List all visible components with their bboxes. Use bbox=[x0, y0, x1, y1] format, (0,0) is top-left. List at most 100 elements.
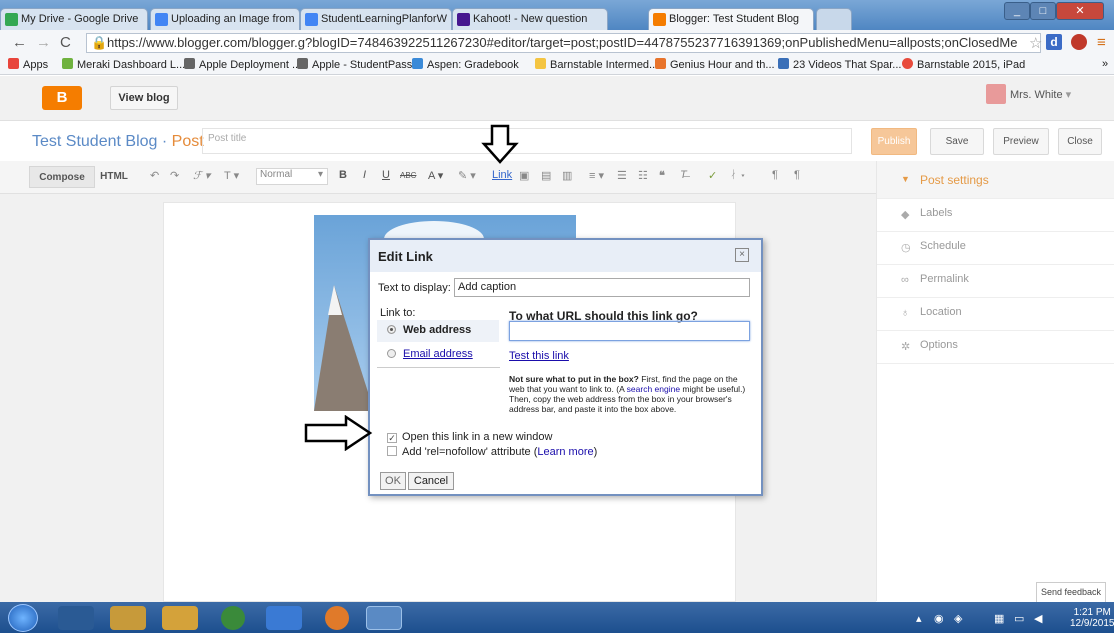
user-menu[interactable]: Mrs. White ▾ bbox=[1010, 88, 1071, 101]
test-link[interactable]: Test this link bbox=[509, 350, 569, 362]
link-button[interactable]: Link bbox=[492, 169, 512, 181]
strikethrough-icon[interactable]: ABC bbox=[400, 171, 416, 180]
sidebar-item-permalink[interactable]: ∞ Permalink bbox=[877, 265, 1114, 298]
start-button[interactable] bbox=[8, 604, 38, 632]
extension-d-icon[interactable]: d bbox=[1046, 34, 1062, 50]
menu-icon[interactable]: ≡ bbox=[1097, 34, 1106, 51]
bold-icon[interactable]: B bbox=[339, 169, 347, 181]
left-to-right-icon[interactable]: ¶ bbox=[772, 169, 778, 181]
open-new-window-checkbox[interactable]: ✓ Open this link in a new window bbox=[387, 431, 552, 443]
blogger-logo[interactable]: B bbox=[42, 86, 82, 110]
chrome-icon[interactable] bbox=[221, 606, 245, 630]
forward-icon[interactable]: → bbox=[36, 34, 51, 51]
url-input[interactable] bbox=[509, 321, 750, 341]
tray-chrome-icon[interactable]: ◉ bbox=[934, 612, 944, 625]
bullet-list-icon[interactable]: ☷ bbox=[638, 169, 648, 182]
close-button[interactable]: Close bbox=[1058, 128, 1102, 155]
preview-button[interactable]: Preview bbox=[993, 128, 1049, 155]
tab-google-drive[interactable]: My Drive - Google Drive bbox=[0, 8, 148, 30]
minimize-button[interactable]: _ bbox=[1004, 2, 1030, 20]
quote-icon[interactable]: ❝ bbox=[659, 169, 665, 182]
learn-more-link[interactable]: Learn more bbox=[537, 446, 593, 458]
publish-button[interactable]: Publish bbox=[871, 128, 917, 155]
tray-shield-icon[interactable]: ◈ bbox=[954, 612, 962, 625]
volume-icon[interactable]: ◀ bbox=[1034, 612, 1042, 625]
html-mode-button[interactable]: HTML bbox=[96, 166, 132, 188]
tab-kahoot[interactable]: Kahoot! - New question bbox=[452, 8, 608, 30]
sidebar-item-label: Labels bbox=[920, 207, 953, 219]
sidebar-item-options[interactable]: ✲ Options bbox=[877, 331, 1114, 364]
nofollow-checkbox[interactable]: Add 'rel=nofollow' attribute (Learn more… bbox=[387, 446, 597, 458]
window-close-button[interactable]: ✕ bbox=[1056, 2, 1104, 20]
maximize-button[interactable]: □ bbox=[1030, 2, 1056, 20]
star-icon[interactable]: ☆ bbox=[1029, 34, 1042, 52]
tab-student-learning-plan[interactable]: StudentLearningPlanforW bbox=[300, 8, 452, 30]
view-blog-button[interactable]: View blog bbox=[110, 86, 178, 110]
tab-blogger[interactable]: Blogger: Test Student Blog bbox=[648, 8, 814, 31]
file-explorer-icon[interactable] bbox=[110, 606, 146, 630]
format-select[interactable]: Normal ▾ bbox=[256, 168, 328, 185]
system-clock[interactable]: 1:21 PM 12/9/2015 bbox=[1070, 607, 1114, 629]
bookmark-genius-hour[interactable]: Genius Hour and th... bbox=[655, 58, 775, 71]
search-engine-link[interactable]: search engine bbox=[627, 384, 680, 394]
font-size-icon[interactable]: T ▾ bbox=[224, 169, 239, 182]
underline-icon[interactable]: U bbox=[382, 169, 390, 181]
sidebar-item-location[interactable]: ♁ Location bbox=[877, 298, 1114, 331]
save-button[interactable]: Save bbox=[930, 128, 984, 155]
post-settings-header[interactable]: ▼ Post settings bbox=[877, 161, 1114, 199]
text-to-display-input[interactable]: Add caption bbox=[454, 278, 750, 297]
bookmarks-overflow[interactable]: » bbox=[1102, 58, 1108, 70]
insert-image-icon[interactable]: ▣ bbox=[519, 169, 529, 182]
text-color-icon[interactable]: A ▾ bbox=[428, 169, 443, 182]
spellcheck-icon[interactable]: ✓ bbox=[708, 169, 717, 182]
remove-formatting-icon[interactable]: T̶ bbox=[680, 169, 687, 181]
highlight-color-icon[interactable]: ✎ ▾ bbox=[458, 169, 476, 182]
undo-icon[interactable]: ↶ bbox=[150, 169, 159, 182]
post-title-input[interactable]: Post title bbox=[202, 128, 852, 154]
tray-display-icon[interactable]: ▭ bbox=[1014, 612, 1024, 625]
close-icon[interactable]: × bbox=[735, 248, 749, 262]
bookmark-apple-studentpass[interactable]: Apple - StudentPass... bbox=[297, 58, 421, 71]
media-player-icon[interactable] bbox=[58, 606, 94, 630]
tray-network-icon[interactable]: ▦ bbox=[994, 612, 1004, 625]
tray-expand-icon[interactable]: ▴ bbox=[916, 612, 922, 625]
bookmark-aspen[interactable]: Aspen: Gradebook bbox=[412, 58, 519, 71]
avatar[interactable] bbox=[986, 84, 1006, 104]
bookmark-apple-deployment[interactable]: Apple Deployment ... bbox=[184, 58, 301, 71]
insert-video-icon[interactable]: ▤ bbox=[541, 169, 551, 182]
post-settings-sidebar: ▼ Post settings ◆ Labels ◷ Schedule ∞ Perma… bbox=[876, 161, 1114, 601]
new-tab-button[interactable] bbox=[816, 8, 852, 30]
cancel-button[interactable]: Cancel bbox=[408, 472, 454, 490]
url-bar[interactable]: 🔒 https://www.blogger.com/blogger.g?blog… bbox=[86, 33, 1041, 53]
bookmark-23-videos[interactable]: 23 Videos That Spar... bbox=[778, 58, 901, 71]
italic-icon[interactable]: I bbox=[363, 169, 366, 181]
input-tools-icon[interactable]: ᛅ ▾ bbox=[730, 169, 746, 181]
redo-icon[interactable]: ↷ bbox=[170, 169, 179, 182]
numbered-list-icon[interactable]: ☰ bbox=[617, 169, 627, 182]
alignment-icon[interactable]: ≡ ▾ bbox=[589, 169, 604, 182]
bookmark-apps[interactable]: Apps bbox=[8, 58, 48, 71]
insert-jump-break-icon[interactable]: ▥ bbox=[562, 169, 572, 182]
tab-uploading-image[interactable]: Uploading an Image from bbox=[150, 8, 300, 30]
compose-mode-button[interactable]: Compose bbox=[29, 166, 95, 188]
send-feedback-button[interactable]: Send feedback bbox=[1036, 582, 1106, 603]
taskbar bbox=[0, 602, 1114, 633]
bookmark-barnstable-ipad[interactable]: Barnstable 2015, iPad bbox=[902, 58, 1025, 71]
internet-explorer-icon[interactable] bbox=[266, 606, 302, 630]
email-address-option[interactable]: Email address bbox=[377, 344, 499, 366]
active-app-icon[interactable] bbox=[366, 606, 402, 630]
back-icon[interactable]: ← bbox=[12, 34, 27, 51]
bookmark-barnstable-intermed[interactable]: Barnstable Intermed... bbox=[535, 58, 658, 71]
font-family-icon[interactable]: ℱ ▾ bbox=[193, 169, 210, 182]
ok-button[interactable]: OK bbox=[380, 472, 406, 490]
firefox-icon[interactable] bbox=[325, 606, 349, 630]
pin-icon: ♁ bbox=[901, 307, 910, 319]
extension-q-icon[interactable] bbox=[1071, 34, 1087, 50]
bookmark-meraki[interactable]: Meraki Dashboard L... bbox=[62, 58, 185, 71]
sidebar-item-labels[interactable]: ◆ Labels bbox=[877, 199, 1114, 232]
right-to-left-icon[interactable]: ¶ bbox=[794, 169, 800, 181]
reload-icon[interactable]: C bbox=[60, 34, 71, 51]
app-grid-icon[interactable] bbox=[162, 606, 198, 630]
sidebar-item-schedule[interactable]: ◷ Schedule bbox=[877, 232, 1114, 265]
web-address-option[interactable]: Web address bbox=[377, 320, 499, 342]
